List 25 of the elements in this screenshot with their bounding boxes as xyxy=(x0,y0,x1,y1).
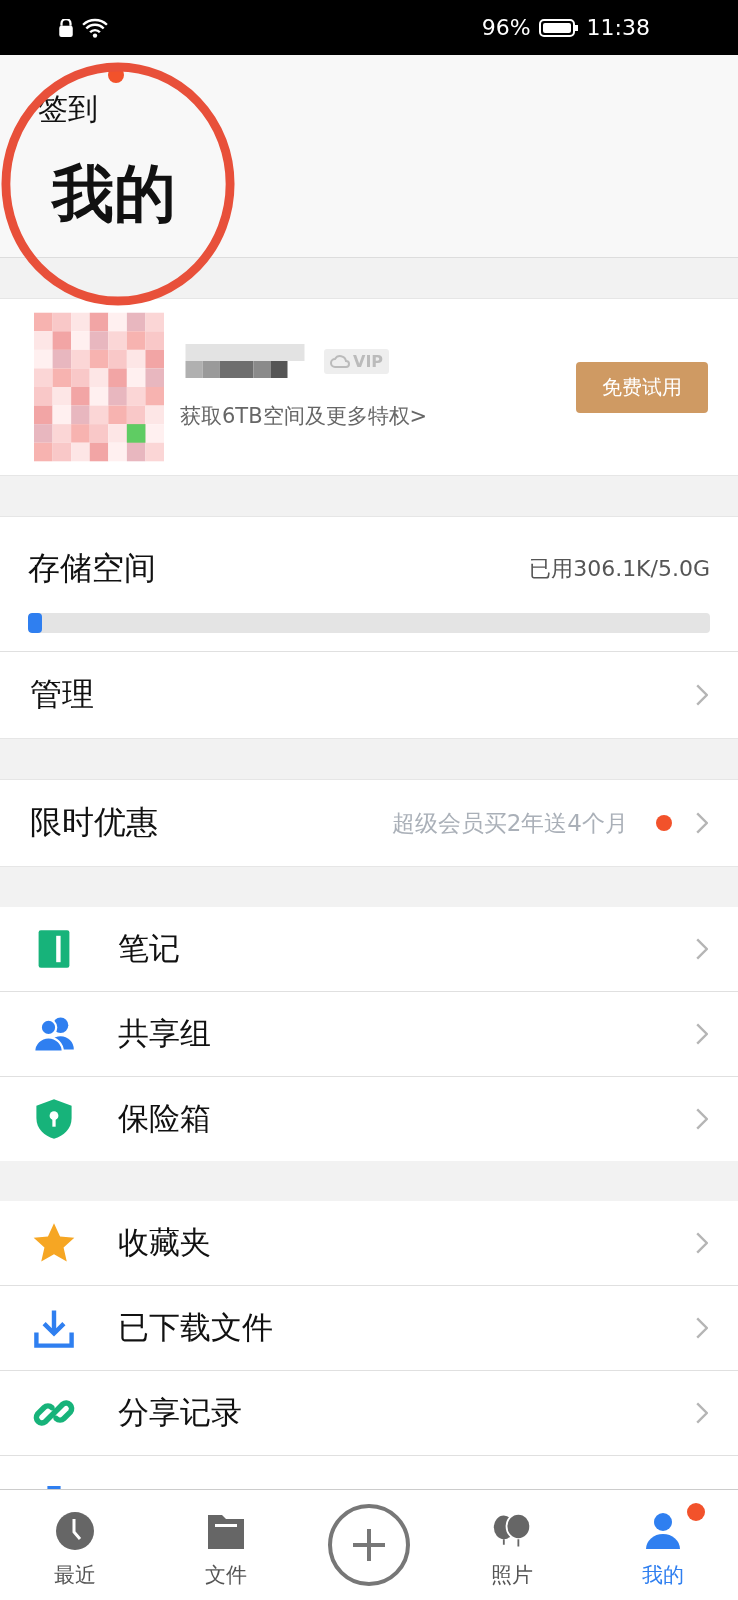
nav-tab[interactable]: 最近 xyxy=(25,1497,126,1593)
chevron-icon xyxy=(696,684,708,706)
vip-promo-link[interactable]: 获取6TB空间及更多特权> xyxy=(180,402,576,430)
add-button[interactable] xyxy=(327,1503,411,1587)
clock-icon xyxy=(55,1511,96,1551)
chevron-icon xyxy=(696,1023,708,1045)
chevron-icon xyxy=(696,1402,708,1424)
nav-tab[interactable]: 我的 xyxy=(612,1497,713,1593)
battery-percent: 96% xyxy=(481,15,531,40)
storage-usage: 已用306.1K/5.0G xyxy=(529,555,710,583)
storage-title: 存储空间 xyxy=(28,548,156,589)
manage-row[interactable]: 管理 xyxy=(0,651,738,739)
offer-title: 限时优惠 xyxy=(30,802,158,843)
page-title: 我的 xyxy=(50,156,177,232)
chevron-icon xyxy=(696,1317,708,1339)
nav-tab[interactable]: 文件 xyxy=(176,1497,277,1593)
chevron-icon xyxy=(696,812,708,834)
chevron-icon xyxy=(696,938,708,960)
clock-time: 11:38 xyxy=(586,15,650,40)
wifi-icon xyxy=(82,17,108,38)
lock-icon xyxy=(58,18,74,37)
nav-tab[interactable]: 照片 xyxy=(461,1497,562,1593)
chevron-icon xyxy=(696,1108,708,1130)
chevron-icon xyxy=(696,1232,708,1254)
battery-icon xyxy=(538,16,579,39)
